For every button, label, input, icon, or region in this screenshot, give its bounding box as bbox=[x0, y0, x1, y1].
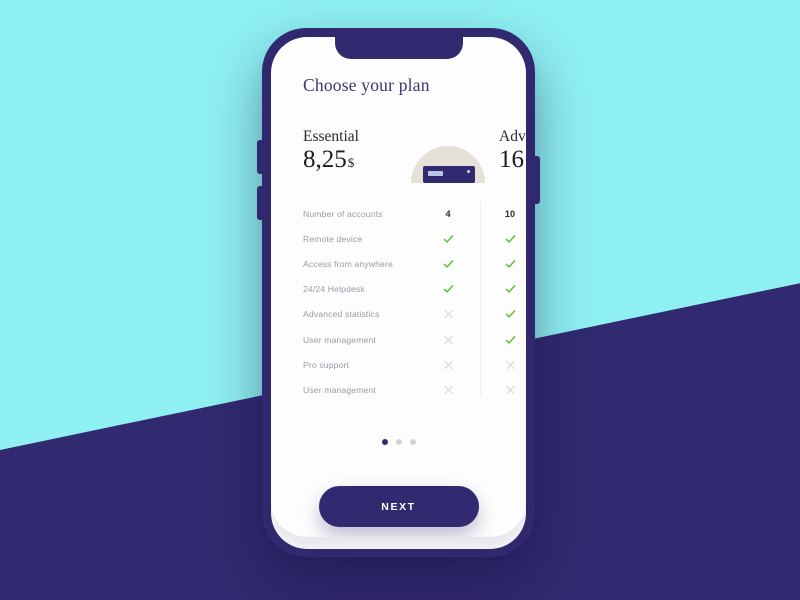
illustration-server-led bbox=[467, 170, 470, 173]
illustration-server-box bbox=[423, 166, 475, 183]
feature-cell-essential bbox=[433, 232, 463, 245]
feature-label: Access from anywhere bbox=[303, 258, 393, 269]
feature-label: User management bbox=[303, 334, 376, 345]
feature-row: Number of accounts 4 10 bbox=[271, 201, 526, 226]
pagination-dot-active[interactable] bbox=[381, 439, 388, 445]
feature-label: Remote device bbox=[303, 233, 363, 244]
server-device-illustration bbox=[411, 139, 485, 183]
feature-cell-advanced bbox=[495, 257, 525, 270]
check-icon bbox=[504, 333, 517, 346]
feature-cell-advanced bbox=[495, 333, 525, 346]
phone-notch bbox=[334, 37, 463, 59]
page-title: Choose your plan bbox=[303, 75, 430, 95]
feature-cell-advanced bbox=[495, 383, 525, 396]
cross-icon bbox=[442, 358, 455, 371]
feature-label: Number of accounts bbox=[303, 208, 383, 219]
phone-screen: Choose your plan Essential 8,25$ Adv 16 bbox=[271, 37, 526, 537]
plan-name-essential: Essential bbox=[303, 128, 359, 145]
cross-icon bbox=[504, 383, 517, 396]
pagination-dots[interactable] bbox=[381, 439, 416, 445]
plan-price-advanced: 16 bbox=[499, 145, 526, 175]
feature-cell-essential: 4 bbox=[433, 209, 463, 219]
check-icon bbox=[504, 257, 517, 270]
feature-row: User management bbox=[271, 327, 526, 352]
pagination-dot[interactable] bbox=[395, 439, 402, 445]
check-icon bbox=[442, 283, 455, 296]
feature-cell-advanced bbox=[495, 358, 525, 371]
feature-row: 24/24 Helpdesk bbox=[271, 277, 526, 302]
plan-column-advanced[interactable]: Adv 16 bbox=[499, 129, 526, 174]
feature-cell-essential bbox=[433, 333, 463, 346]
feature-cell-essential bbox=[433, 383, 463, 396]
feature-cell-essential bbox=[433, 257, 463, 270]
plan-column-essential[interactable]: Essential 8,25$ bbox=[303, 129, 359, 174]
feature-label: Pro support bbox=[303, 359, 350, 370]
check-icon bbox=[504, 232, 517, 245]
next-button[interactable]: NEXT bbox=[318, 486, 479, 527]
plan-header-row: Essential 8,25$ Adv 16 bbox=[271, 129, 526, 199]
plan-price-value-advanced: 16 bbox=[499, 145, 524, 173]
feature-cell-advanced: 10 bbox=[495, 209, 525, 219]
illustration-server-slot bbox=[428, 171, 443, 176]
phone-mockup: Choose your plan Essential 8,25$ Adv 16 bbox=[257, 28, 540, 557]
plan-price-value-essential: 8,25 bbox=[303, 145, 347, 173]
feature-row: User management bbox=[271, 377, 526, 402]
check-icon bbox=[504, 308, 517, 321]
volume-down-button[interactable] bbox=[257, 186, 263, 220]
pagination-dot[interactable] bbox=[409, 439, 416, 445]
plan-currency-essential: $ bbox=[347, 154, 355, 170]
feature-cell-essential bbox=[433, 358, 463, 371]
check-icon bbox=[442, 232, 455, 245]
plan-price-essential: 8,25$ bbox=[303, 145, 359, 175]
feature-comparison-table: Number of accounts 4 10 Remote device Access… bbox=[271, 201, 526, 403]
check-icon bbox=[504, 283, 517, 296]
feature-cell-essential bbox=[433, 308, 463, 321]
feature-value: 10 bbox=[504, 208, 516, 219]
volume-up-button[interactable] bbox=[257, 140, 263, 174]
feature-cell-essential bbox=[433, 283, 463, 296]
cross-icon bbox=[442, 333, 455, 346]
feature-cell-advanced bbox=[495, 308, 525, 321]
feature-cell-advanced bbox=[495, 232, 525, 245]
power-button[interactable] bbox=[534, 156, 540, 204]
feature-row: Remote device bbox=[271, 226, 526, 251]
feature-value: 4 bbox=[445, 208, 451, 219]
feature-cell-advanced bbox=[495, 283, 525, 296]
cross-icon bbox=[442, 383, 455, 396]
feature-row: Pro support bbox=[271, 352, 526, 377]
feature-label: 24/24 Helpdesk bbox=[303, 284, 365, 295]
cross-icon bbox=[442, 308, 455, 321]
check-icon bbox=[442, 257, 455, 270]
feature-row: Access from anywhere bbox=[271, 251, 526, 276]
canvas: Choose your plan Essential 8,25$ Adv 16 bbox=[0, 0, 800, 600]
plan-name-advanced: Adv bbox=[499, 128, 526, 145]
feature-row: Advanced statistics bbox=[271, 302, 526, 327]
feature-label: User management bbox=[303, 384, 376, 395]
feature-label: Advanced statistics bbox=[303, 309, 380, 320]
cross-icon bbox=[504, 358, 517, 371]
